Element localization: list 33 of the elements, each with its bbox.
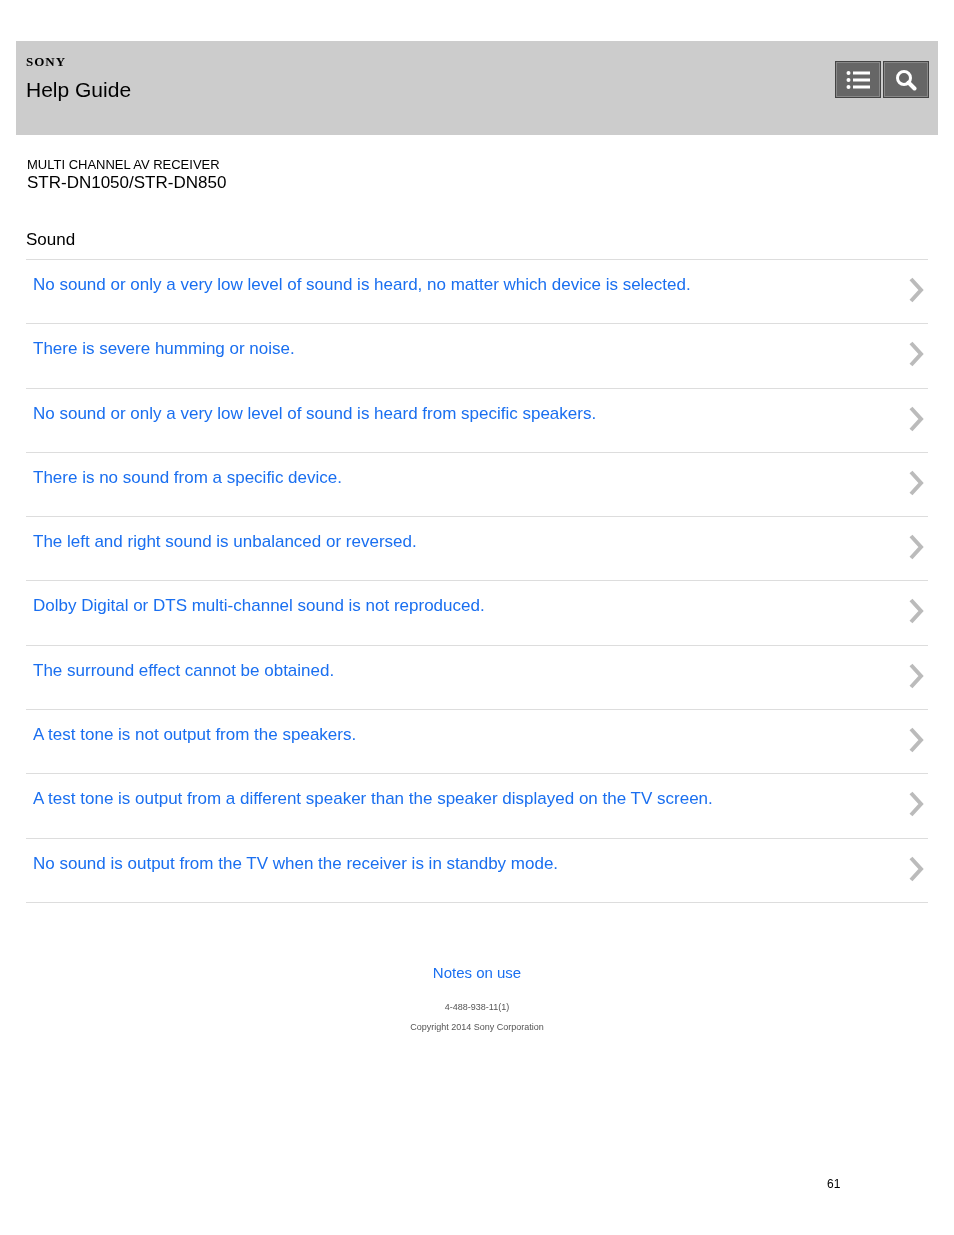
chevron-right-icon [908, 404, 924, 433]
notes-link[interactable]: Notes on use [432, 963, 522, 982]
copyright-text: Copyright 2014 Sony Corporation [410, 1020, 544, 1033]
topic-link[interactable]: The left and right sound is unbalanced or reversed. [26, 517, 928, 582]
list-icon [846, 69, 870, 90]
topic-link[interactable]: A test tone is not output from the speakers. [26, 710, 928, 775]
search-button[interactable] [883, 61, 929, 98]
chevron-right-icon [908, 340, 924, 369]
topic-link[interactable]: There is no sound from a specific device. [26, 452, 928, 518]
product-model: STR-DN1050/STR-DN850 [27, 173, 228, 193]
topic-link[interactable]: No sound or only a very low level of sound is heard from specific speakers. [26, 388, 928, 453]
topic-link[interactable]: Dolby Digital or DTS multi-channel sound is not reproduced. [26, 581, 928, 646]
product-category: MULTI CHANNEL AV RECEIVER [27, 157, 221, 173]
menu-button[interactable] [835, 61, 881, 98]
chevron-right-icon [908, 790, 924, 819]
page-number: 61 [827, 1177, 841, 1191]
brand-logo: SONY [26, 55, 68, 69]
topic-link[interactable]: No sound or only a very low level of sound is heard, no matter which device is selected. [26, 260, 928, 325]
document-code: 4-488-938-11(1) [444, 1000, 510, 1013]
chevron-right-icon [908, 533, 924, 562]
section-title: Sound [26, 230, 77, 250]
chevron-right-icon [908, 597, 924, 626]
topic-link[interactable]: There is severe humming or noise. [26, 324, 928, 389]
topic-link[interactable]: The surround effect cannot be obtained. [26, 645, 928, 711]
chevron-right-icon [908, 276, 924, 304]
search-icon [895, 68, 917, 91]
chevron-right-icon [908, 661, 924, 690]
topic-link[interactable]: No sound is output from the TV when the receiver is in standby mode. [26, 838, 928, 903]
topic-link[interactable]: A test tone is output from a different speaker than the speaker displayed on the TV screen. [26, 774, 928, 839]
site-title: Help Guide [26, 78, 132, 102]
chevron-right-icon [908, 854, 924, 883]
chevron-right-icon [908, 468, 924, 497]
chevron-right-icon [908, 726, 924, 755]
